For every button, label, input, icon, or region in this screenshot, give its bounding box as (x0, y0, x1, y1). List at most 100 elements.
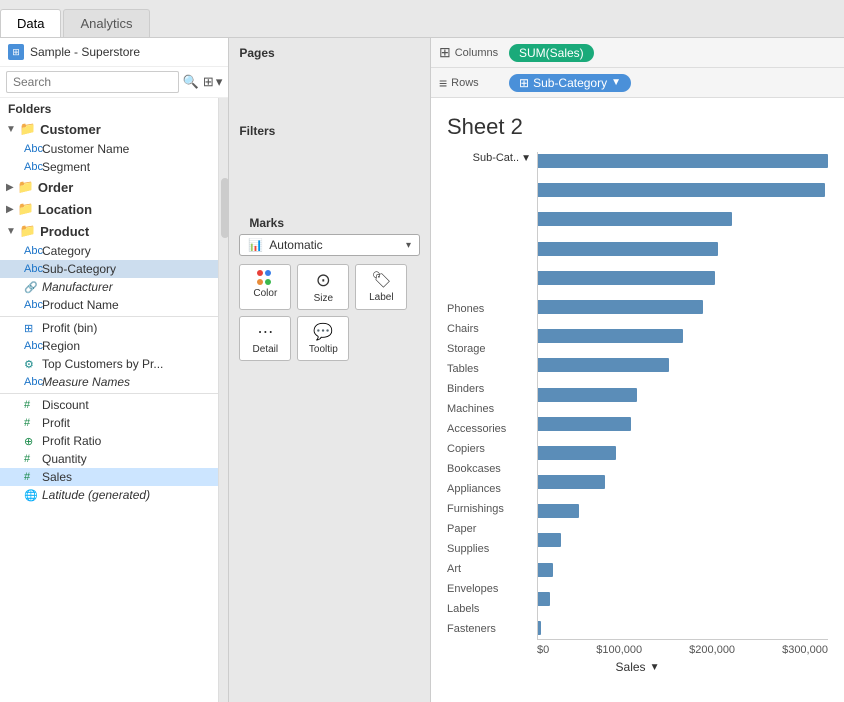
bar-row[interactable] (538, 327, 828, 345)
bar (538, 504, 579, 518)
search-bar: 🔍 ⊞ ▾ (0, 67, 228, 98)
columns-pill[interactable]: SUM(Sales) (509, 44, 594, 62)
tab-analytics[interactable]: Analytics (63, 9, 149, 37)
group-customer-header[interactable]: ▼ 📁 Customer (0, 118, 218, 140)
y-axis-label: Paper (447, 521, 531, 539)
group-order-header[interactable]: ▶ 📁 Order (0, 176, 218, 198)
field-sub-category[interactable]: Abc Sub-Category (0, 260, 218, 278)
left-panel: ⊞ Sample - Superstore 🔍 ⊞ ▾ Folders (0, 38, 229, 702)
field-profit[interactable]: # Profit (0, 414, 218, 432)
size-button[interactable]: ⊙ Size (297, 264, 349, 310)
bar-row[interactable] (538, 298, 828, 316)
y-axis-label: Bookcases (447, 461, 531, 479)
x-sort-icon[interactable]: ▼ (650, 662, 660, 673)
datasource-label: Sample - Superstore (30, 45, 140, 59)
customer-folder-icon: 📁 (20, 121, 36, 137)
grid-icon[interactable]: ⊞ (203, 74, 214, 90)
chart-inner: Sub-Cat.. ▼ PhonesChairsStorageTablesBin… (447, 152, 828, 639)
bars-area (537, 152, 828, 639)
detail-icon: ⋯ (257, 322, 273, 342)
bar-row[interactable] (538, 444, 828, 462)
rows-label: ≡ Rows (439, 75, 509, 91)
group-product-header[interactable]: ▼ 📁 Product (0, 220, 218, 242)
rows-pill-icon: ⊞ (519, 76, 529, 90)
field-region[interactable]: Abc Region (0, 337, 218, 355)
customer-arrow-icon: ▼ (6, 124, 16, 135)
bar-row[interactable] (538, 386, 828, 404)
bar (538, 417, 631, 431)
field-label: Discount (42, 398, 89, 412)
group-product: ▼ 📁 Product Abc Category Abc Sub-Categor… (0, 220, 218, 314)
field-measure-names[interactable]: Abc Measure Names (0, 373, 218, 391)
location-group-label: Location (38, 202, 92, 217)
datasource-icon: ⊞ (8, 44, 24, 60)
bar-row[interactable] (538, 473, 828, 491)
field-label: Manufacturer (42, 280, 113, 294)
pages-title: Pages (229, 38, 430, 64)
tab-data[interactable]: Data (0, 9, 61, 37)
group-location-header[interactable]: ▶ 📁 Location (0, 198, 218, 220)
columns-label: ⊞ Columns (439, 44, 509, 61)
y-axis-label: Accessories (447, 421, 531, 439)
bar-row[interactable] (538, 210, 828, 228)
x-axis-label: $100,000 (596, 644, 642, 656)
scroll-thumb[interactable] (221, 178, 229, 238)
field-latitude[interactable]: 🌐 Latitude (generated) (0, 486, 218, 504)
measure-icon: # (24, 471, 42, 483)
bar (538, 475, 605, 489)
group-order: ▶ 📁 Order (0, 176, 218, 198)
label-button[interactable]: 🏷 Label (355, 264, 407, 310)
location-folder-icon: 📁 (18, 201, 34, 217)
main-layout: ⊞ Sample - Superstore 🔍 ⊞ ▾ Folders (0, 38, 844, 702)
detail-button[interactable]: ⋯ Detail (239, 316, 291, 361)
tooltip-button[interactable]: 💬 Tooltip (297, 316, 349, 361)
field-discount[interactable]: # Discount (0, 396, 218, 414)
color-button[interactable]: Color (239, 264, 291, 310)
bar-row[interactable] (538, 502, 828, 520)
bar-row[interactable] (538, 240, 828, 258)
size-label: Size (314, 293, 333, 304)
y-axis-header-text: Sub-Cat.. (473, 152, 519, 164)
field-sales[interactable]: # Sales (0, 468, 218, 486)
field-category[interactable]: Abc Category (0, 242, 218, 260)
field-label: Segment (42, 160, 90, 174)
field-product-name[interactable]: Abc Product Name (0, 296, 218, 314)
y-axis-label: Supplies (447, 541, 531, 559)
field-segment[interactable]: Abc Segment (0, 158, 218, 176)
datasource-row[interactable]: ⊞ Sample - Superstore (0, 38, 228, 67)
marks-type-dropdown[interactable]: 📊 Automatic ▾ (239, 234, 420, 256)
bar (538, 329, 683, 343)
field-manufacturer[interactable]: 🔗 Manufacturer (0, 278, 218, 296)
bar-row[interactable] (538, 561, 828, 579)
bar-row[interactable] (538, 619, 828, 637)
field-customer-name[interactable]: Abc Customer Name (0, 140, 218, 158)
measure-icon: # (24, 453, 42, 465)
bar-row[interactable] (538, 181, 828, 199)
filters-title: Filters (229, 116, 430, 142)
field-label: Sales (42, 470, 72, 484)
field-quantity[interactable]: # Quantity (0, 450, 218, 468)
search-icon[interactable]: 🔍 (183, 74, 199, 90)
sort-icon[interactable]: ▾ (216, 74, 223, 90)
pages-section: Pages (229, 38, 430, 114)
bar-row[interactable] (538, 531, 828, 549)
sort-icon: ▼ (521, 153, 531, 164)
left-panel-scrollbar[interactable] (218, 98, 228, 702)
abc-icon: Abc (24, 376, 42, 388)
bar-row[interactable] (538, 269, 828, 287)
field-profit-bin[interactable]: ⊞ Profit (bin) (0, 319, 218, 337)
bar-row[interactable] (538, 356, 828, 374)
bar-row[interactable] (538, 590, 828, 608)
rows-pill[interactable]: ⊞ Sub-Category ▼ (509, 74, 631, 92)
filters-section: Filters (229, 116, 430, 202)
bar-row[interactable] (538, 415, 828, 433)
field-profit-ratio[interactable]: ⊕ Profit Ratio (0, 432, 218, 450)
field-top-customers[interactable]: ⚙ Top Customers by Pr... (0, 355, 218, 373)
abc-icon: Abc (24, 299, 42, 311)
label-icon: 🏷 (371, 270, 391, 290)
measure-delta-icon: ⊕ (24, 435, 42, 448)
globe-icon: 🌐 (24, 489, 42, 502)
bar-row[interactable] (538, 152, 828, 170)
search-input[interactable] (6, 71, 179, 93)
y-axis-header[interactable]: Sub-Cat.. ▼ (447, 152, 531, 164)
